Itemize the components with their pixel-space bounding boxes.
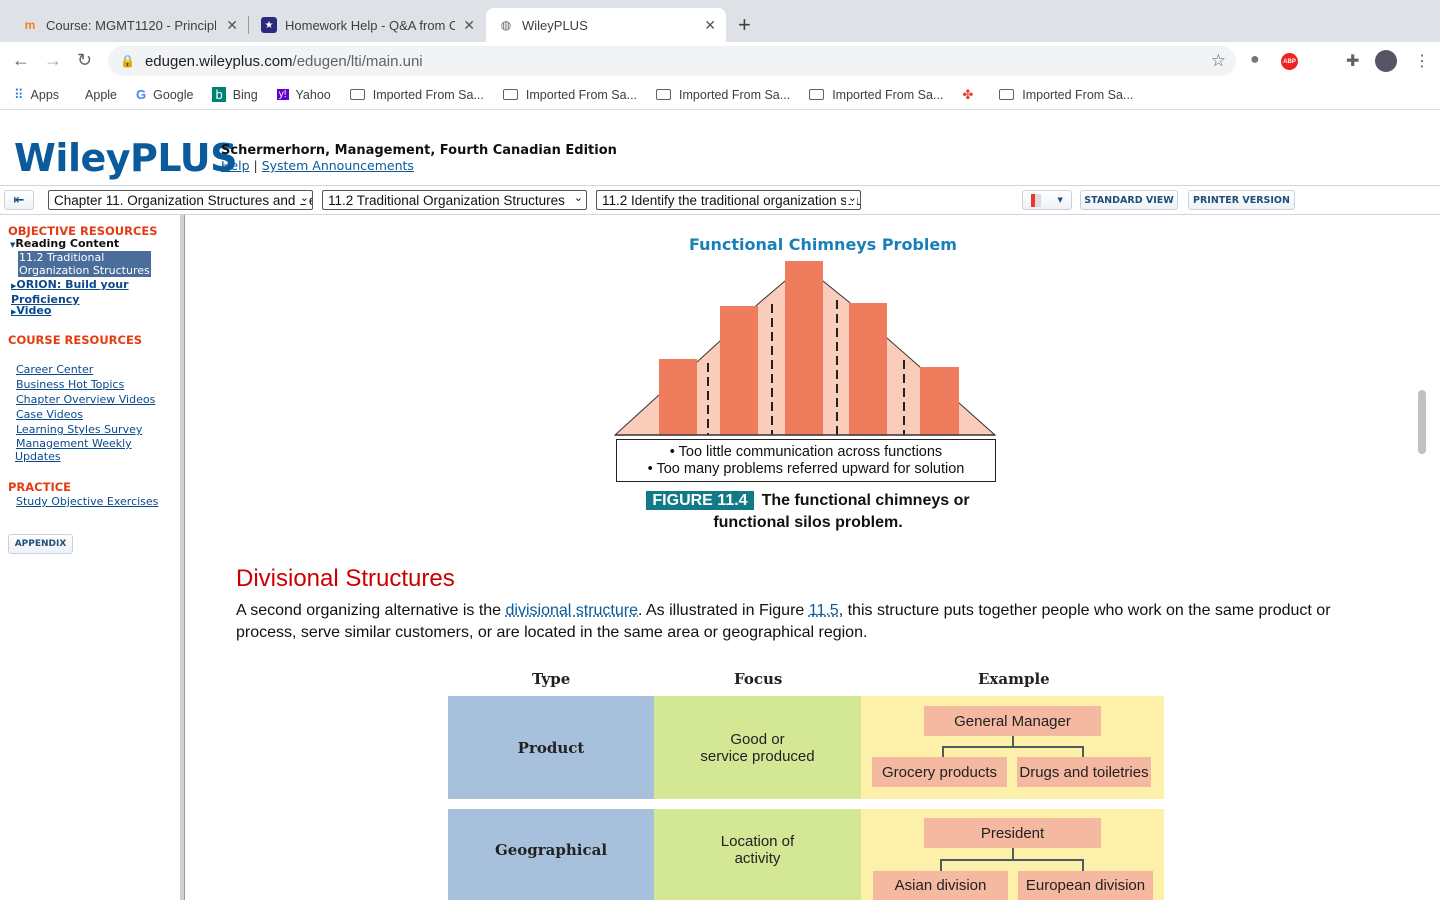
- section-heading: Divisional Structures: [236, 565, 455, 592]
- chimney-bar: [920, 367, 959, 435]
- section-paragraph: A second organizing alternative is the d…: [236, 602, 1331, 641]
- figure-11-5-link[interactable]: 11.5: [809, 602, 839, 619]
- org-box: Grocery products: [872, 757, 1007, 787]
- org-box: European division: [1018, 871, 1153, 900]
- column-header-example: Example: [978, 670, 1050, 688]
- chimney-bar: [720, 306, 758, 435]
- divisional-structure-link[interactable]: divisional structure: [506, 602, 639, 619]
- org-box: President: [924, 818, 1101, 848]
- org-box: Asian division: [873, 871, 1008, 900]
- figure-caption: FIGURE 11.4 The functional chimneys or fu…: [643, 490, 973, 534]
- chimney-bar: [785, 261, 823, 435]
- chimney-bar: [659, 359, 697, 435]
- org-box: Drugs and toiletries: [1017, 757, 1151, 787]
- column-header-type: Type: [532, 670, 571, 688]
- figure-bullets: • Too little communication across functi…: [616, 439, 996, 482]
- chimney-bar: [849, 303, 887, 435]
- figure-number: FIGURE 11.4: [646, 491, 754, 510]
- org-box: General Manager: [924, 706, 1101, 736]
- column-header-focus: Focus: [734, 670, 783, 688]
